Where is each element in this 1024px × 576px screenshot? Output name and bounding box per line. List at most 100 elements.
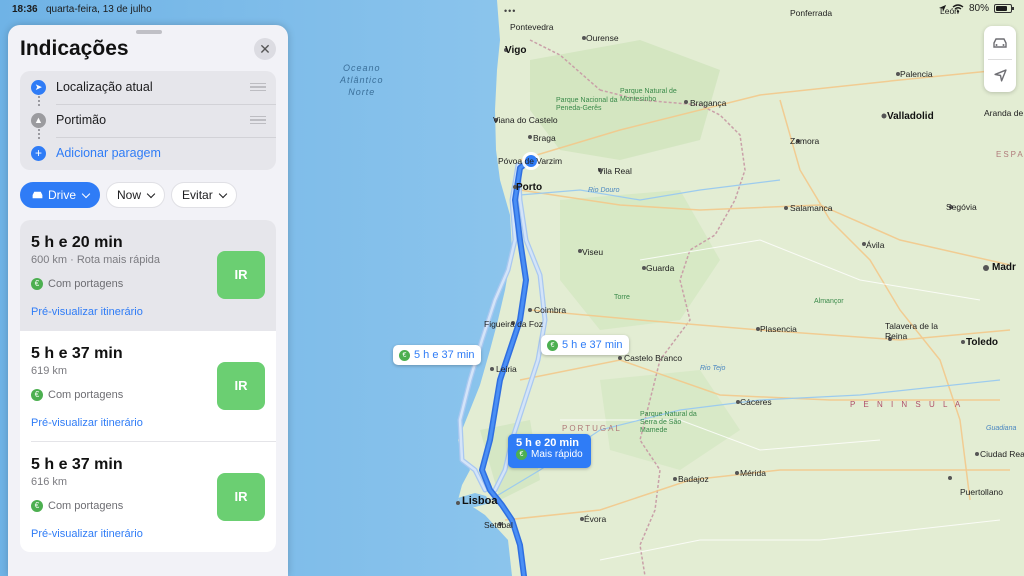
place-avila[interactable]: Ávila <box>866 240 884 250</box>
place-madrid[interactable]: Madr <box>992 262 1016 273</box>
place-coimbra[interactable]: Coimbra <box>534 305 566 315</box>
place-puertollano[interactable]: Puertollano <box>960 487 1003 497</box>
multitask-dots-icon[interactable]: ••• <box>504 6 516 16</box>
route-label-alt-left[interactable]: € 5 h e 37 min <box>393 345 481 365</box>
close-icon: ✕ <box>259 41 271 57</box>
place-povoa[interactable]: Póvoa de Varzim <box>498 156 562 166</box>
battery-percent: 80% <box>968 3 989 14</box>
place-toledo[interactable]: Toledo <box>966 337 998 348</box>
place-leiria[interactable]: Leiria <box>496 364 517 374</box>
route-option[interactable]: 5 h e 37 min 619 km € Com portagens Pré-v… <box>20 331 276 442</box>
route-label-alt-right[interactable]: € 5 h e 37 min <box>541 335 629 355</box>
region-peninsula: P E N I N S U L A <box>850 400 964 409</box>
toll-icon: € <box>399 349 410 361</box>
place-vila-real[interactable]: Vila Real <box>598 166 632 176</box>
battery-icon <box>994 4 1014 13</box>
place-talavera[interactable]: Talavera de la Reina <box>885 321 955 341</box>
add-stop-label: Adicionar paragem <box>56 146 161 160</box>
place-viseu[interactable]: Viseu <box>582 247 603 257</box>
stop-item-destination[interactable]: ▲ Portimão <box>20 104 276 137</box>
panel-grabber[interactable] <box>136 30 162 34</box>
place-valladolid[interactable]: Valladolid <box>887 111 934 122</box>
avoid-label: Evitar <box>182 188 213 202</box>
chevron-down-icon <box>218 189 227 198</box>
place-braga[interactable]: Braga <box>533 133 556 143</box>
reorder-handle-icon[interactable] <box>250 116 266 124</box>
chevron-down-icon <box>146 189 156 198</box>
go-button[interactable]: IR <box>217 473 265 521</box>
place-badajoz[interactable]: Badajoz <box>678 474 709 484</box>
place-palencia[interactable]: Palencia <box>900 69 933 79</box>
place-castelo-branco[interactable]: Castelo Branco <box>624 353 682 363</box>
route-options: Drive Now Evitar <box>20 182 237 208</box>
river-douro: Rio Douro <box>588 187 620 194</box>
place-vigo[interactable]: Vigo <box>505 45 526 56</box>
place-segovia[interactable]: Segóvia <box>946 202 977 212</box>
map-mode-button[interactable] <box>984 26 1016 59</box>
routes-list: 5 h e 20 min 600 km · Rota mais rápida €… <box>20 220 276 552</box>
place-caceres[interactable]: Cáceres <box>740 397 772 407</box>
preview-route-link[interactable]: Pré-visualizar itinerário <box>31 417 143 429</box>
preview-route-link[interactable]: Pré-visualizar itinerário <box>31 528 143 540</box>
toll-icon: € <box>31 500 43 512</box>
place-figueira[interactable]: Figueira da Foz <box>484 319 543 329</box>
route-label-text: 5 h e 37 min <box>562 339 623 351</box>
place-guarda[interactable]: Guarda <box>646 263 674 273</box>
route-duration: 5 h e 20 min <box>31 234 123 251</box>
place-ourense[interactable]: Ourense <box>586 33 619 43</box>
stops-list: ➤ Localização atual ▲ Portimão + Adicion… <box>20 71 276 170</box>
river-tejo: Rio Tejo <box>700 365 726 372</box>
add-stop-button[interactable]: + Adicionar paragem <box>20 137 276 170</box>
place-viana[interactable]: Viana do Castelo <box>493 115 558 125</box>
park-montesinho: Parque Natural de Montesinho <box>620 88 677 103</box>
departure-time-dropdown[interactable]: Now <box>106 182 166 208</box>
toll-icon: € <box>31 389 43 401</box>
route-duration: 5 h e 37 min <box>31 456 123 473</box>
status-bar: 18:36 quarta-feira, 13 de julho ••• 80% <box>0 0 1024 20</box>
plus-icon: + <box>31 146 46 161</box>
avoid-dropdown[interactable]: Evitar <box>171 182 237 208</box>
place-plasencia[interactable]: Plasencia <box>760 324 797 334</box>
departure-time-label: Now <box>117 188 142 202</box>
preview-route-link[interactable]: Pré-visualizar itinerário <box>31 306 143 318</box>
park-mamede: Parque Natural da Serra de São Mamede <box>640 411 697 434</box>
stop-item-origin[interactable]: ➤ Localização atual <box>20 71 276 104</box>
transport-mode-dropdown[interactable]: Drive <box>20 182 101 208</box>
location-services-icon <box>938 4 947 13</box>
car-icon <box>993 37 1007 48</box>
route-label-main-sub: Mais rápido <box>531 449 583 460</box>
place-aranda[interactable]: Aranda de <box>984 108 1023 118</box>
route-toll: Com portagens <box>48 500 124 512</box>
place-merida[interactable]: Mérida <box>740 468 766 478</box>
reorder-handle-icon[interactable] <box>250 83 266 91</box>
place-ciudad-real[interactable]: Ciudad Real <box>980 449 1024 459</box>
location-arrow-icon: ➤ <box>31 80 46 95</box>
go-button[interactable]: IR <box>217 251 265 299</box>
route-option[interactable]: 5 h e 37 min 616 km € Com portagens Pré-v… <box>20 442 276 552</box>
place-pontevedra[interactable]: Pontevedra <box>510 22 553 32</box>
locate-me-button[interactable] <box>984 59 1016 92</box>
close-button[interactable]: ✕ <box>254 38 276 60</box>
place-porto[interactable]: Porto <box>516 182 542 193</box>
country-portugal: PORTUGAL <box>562 424 622 433</box>
go-button[interactable]: IR <box>217 362 265 410</box>
place-zamora[interactable]: Zamora <box>790 136 819 146</box>
route-toll: Com portagens <box>48 389 124 401</box>
route-label-main[interactable]: 5 h e 20 min € Mais rápido <box>508 434 591 468</box>
wifi-icon <box>952 4 964 13</box>
place-setubal[interactable]: Setúbal <box>484 520 513 530</box>
car-icon <box>32 191 43 199</box>
route-toll: Com portagens <box>48 278 124 290</box>
route-label-text: 5 h e 37 min <box>414 349 475 361</box>
ocean-label-2: Atlântico <box>340 75 384 85</box>
status-date: quarta-feira, 13 de julho <box>46 4 152 15</box>
place-salamanca[interactable]: Salamanca <box>790 203 833 213</box>
ocean-label-1: Oceano <box>343 63 381 73</box>
river-guadiana: Guadiana <box>986 425 1017 432</box>
directions-panel: Indicações ✕ ➤ Localização atual ▲ Porti… <box>8 25 288 576</box>
place-evora[interactable]: Évora <box>584 514 606 524</box>
place-torre: Torre <box>614 294 630 301</box>
route-label-main-time: 5 h e 20 min <box>516 437 579 449</box>
place-lisboa[interactable]: Lisboa <box>462 495 497 507</box>
route-option[interactable]: 5 h e 20 min 600 km · Rota mais rápida €… <box>20 220 276 331</box>
